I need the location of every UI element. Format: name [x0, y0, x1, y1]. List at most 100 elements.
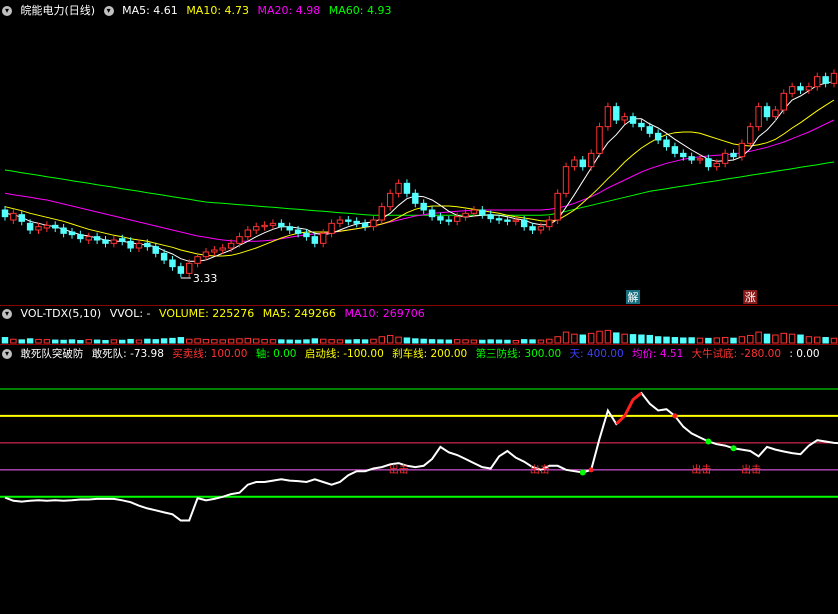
dsd-line: [4, 391, 838, 522]
gear-icon[interactable]: ▾: [103, 6, 114, 16]
candle-body: [504, 219, 511, 222]
candle-body: [663, 139, 670, 148]
candle-body: [52, 224, 59, 229]
volume-bar: [646, 334, 653, 344]
volume-bar: [252, 338, 260, 344]
volume-bar: [638, 334, 645, 344]
volume-bar: [621, 333, 628, 344]
candle-body: [696, 158, 704, 161]
volume-bar: [52, 339, 59, 344]
volume-label: VOLUME: 225276: [159, 307, 255, 320]
volume-indicator-name: VOL-TDX(5,10): [20, 307, 102, 320]
volume-bar: [604, 329, 612, 344]
volume-bar: [236, 338, 243, 344]
candle-body: [261, 224, 268, 228]
candle-body: [587, 152, 595, 168]
volume-bar: [705, 337, 712, 344]
volume-bar: [747, 334, 754, 344]
main-chart-header: ▾ 皖能电力(日线) ▾ MA5: 4.61 MA10: 4.73 MA20: …: [2, 4, 396, 18]
low-price-label: 3.33: [193, 272, 218, 285]
volume-bar: [286, 339, 293, 344]
volume-bar: [546, 338, 553, 344]
candle-body: [85, 236, 92, 241]
candle-body: [252, 226, 260, 231]
volume-bar: [261, 338, 268, 344]
candle-body: [495, 218, 503, 221]
candle-body: [604, 106, 612, 128]
volume-bar: [43, 339, 51, 344]
candle-body: [403, 182, 411, 194]
volume-bar: [696, 337, 704, 344]
volume-bar: [35, 338, 42, 344]
volume-bar: [780, 332, 787, 344]
dsd-highlight: [615, 391, 643, 426]
volume-bar: [579, 334, 587, 344]
candle-body: [370, 219, 377, 228]
volume-bar: [571, 333, 578, 344]
volume-bar: [428, 339, 436, 344]
candle-body: [177, 266, 185, 274]
volume-bar: [403, 337, 411, 344]
jie-label: 解: [628, 290, 639, 304]
candle-body: [646, 126, 653, 134]
candle-body: [738, 142, 746, 158]
buy-line-label: 买卖线: 100.00: [172, 348, 248, 360]
candle-body: [629, 116, 637, 124]
volume-bar: [437, 339, 444, 344]
volume-bar: [60, 339, 67, 344]
volume-bar: [294, 339, 302, 344]
volume-bar: [830, 337, 838, 344]
volume-bar: [26, 338, 34, 344]
volume-bar: [227, 338, 235, 344]
volume-bar: [420, 338, 427, 344]
candle-body: [186, 262, 193, 274]
chuji-label: 出击: [530, 463, 550, 476]
volume-ma10-label: MA10: 269706: [344, 307, 425, 320]
volume-bar: [504, 339, 511, 344]
candle-body: [68, 231, 76, 236]
volume-bar: [529, 339, 536, 344]
candle-body: [755, 106, 762, 128]
gear-icon[interactable]: ▾: [2, 6, 12, 16]
indicator-header: ▾ 敢死队突破防 敢死队: -73.98 买卖线: 100.00 轴: 0.00…: [2, 347, 825, 361]
candle-body: [211, 249, 218, 253]
volume-bar: [68, 339, 76, 344]
volume-bar: [822, 337, 829, 344]
candle-body: [236, 236, 243, 244]
ma10-line: [4, 99, 835, 257]
candle-body: [571, 159, 578, 168]
candle-body: [520, 219, 528, 228]
axis-label: 轴: 0.00: [255, 348, 297, 360]
candle-body: [788, 86, 796, 94]
candle-body: [462, 212, 469, 218]
candle-body: [160, 252, 168, 261]
candle-body: [319, 232, 327, 244]
volume-bar: [797, 334, 804, 344]
ma20-line: [4, 119, 835, 242]
candle-body: [110, 239, 118, 244]
candle-body: [152, 246, 159, 254]
volume-bar: [202, 338, 210, 344]
candle-body: [822, 76, 829, 84]
volume-bar: [462, 339, 469, 344]
candle-body: [721, 152, 729, 164]
candle-body: [353, 220, 360, 224]
candle-body: [386, 192, 394, 208]
candle-body: [420, 202, 427, 211]
volume-bar: [386, 334, 394, 344]
start-line-label: 启动线: -100.00: [304, 348, 384, 360]
volume-bar: [85, 339, 92, 344]
candle-body: [512, 219, 520, 222]
candle-body: [705, 158, 712, 168]
volume-bar: [713, 337, 720, 344]
chuji-label: 出击: [691, 463, 711, 476]
volume-bar: [487, 339, 494, 344]
gear-icon[interactable]: ▾: [2, 309, 12, 319]
gear-icon[interactable]: ▾: [2, 349, 12, 359]
volume-header: ▾ VOL-TDX(5,10) VVOL: - VOLUME: 225276 M…: [2, 307, 430, 321]
candle-body: [144, 242, 151, 248]
volume-bar: [93, 339, 101, 344]
volume-bar: [596, 330, 603, 344]
volume-bar: [18, 339, 25, 344]
candle-body: [227, 242, 235, 249]
